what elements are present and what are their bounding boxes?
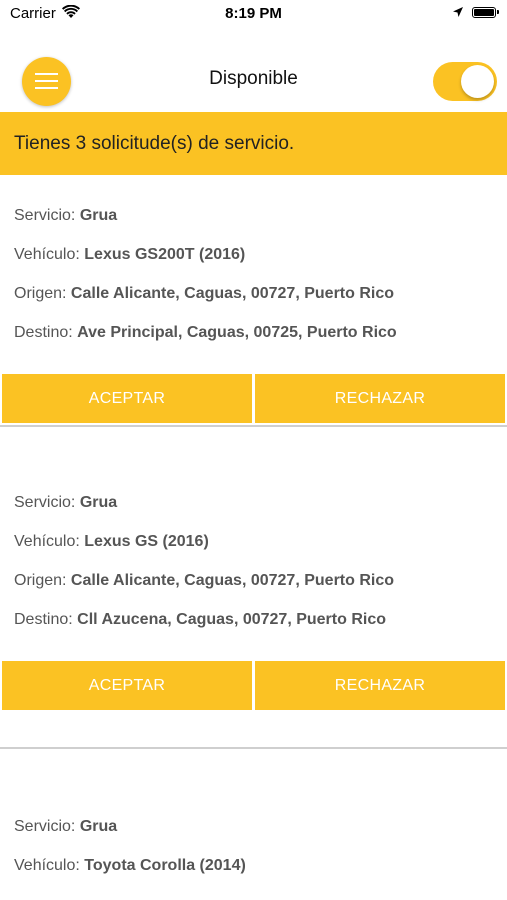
- request-card: Servicio: Grua Vehículo: Lexus GS200T (2…: [0, 175, 507, 427]
- location-arrow-icon: [452, 5, 464, 22]
- clock: 8:19 PM: [225, 5, 282, 22]
- vehicle-row: Vehículo: Lexus GS (2016): [14, 533, 209, 550]
- status-bar: Carrier 8:19 PM: [0, 0, 507, 28]
- accept-button[interactable]: ACEPTAR: [2, 374, 252, 423]
- battery-icon: [472, 7, 499, 18]
- vehicle-row: Vehículo: Toyota Corolla (2014): [14, 857, 246, 874]
- card-divider: [0, 747, 507, 749]
- page-title: Disponible: [209, 68, 298, 89]
- requests-banner: Tienes 3 solicitude(s) de servicio.: [0, 112, 507, 175]
- reject-button[interactable]: RECHAZAR: [255, 374, 505, 423]
- service-row: Servicio: Grua: [14, 818, 118, 835]
- request-card: Servicio: Grua Vehículo: Lexus GS (2016)…: [0, 462, 507, 750]
- availability-toggle[interactable]: [433, 62, 497, 101]
- banner-text: Tienes 3 solicitude(s) de servicio.: [14, 133, 295, 154]
- origin-row: Origen: Calle Alicante, Caguas, 00727, P…: [14, 285, 395, 302]
- service-row: Servicio: Grua: [14, 494, 118, 511]
- reject-button[interactable]: RECHAZAR: [255, 661, 505, 710]
- destination-row: Destino: Cll Azucena, Caguas, 00727, Pue…: [14, 611, 386, 628]
- accept-button[interactable]: ACEPTAR: [2, 661, 252, 710]
- service-row: Servicio: Grua: [14, 207, 118, 224]
- vehicle-row: Vehículo: Lexus GS200T (2016): [14, 246, 246, 263]
- origin-row: Origen: Calle Alicante, Caguas, 00727, P…: [14, 572, 395, 589]
- card-divider: [0, 425, 507, 427]
- destination-row: Destino: Ave Principal, Caguas, 00725, P…: [14, 324, 397, 341]
- nav-bar: Disponible: [0, 50, 507, 112]
- toggle-knob: [461, 65, 494, 98]
- request-card: Servicio: Grua Vehículo: Toyota Corolla …: [0, 786, 507, 900]
